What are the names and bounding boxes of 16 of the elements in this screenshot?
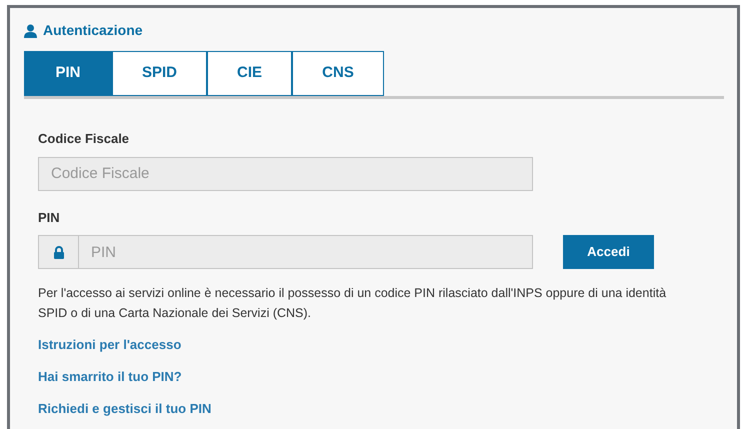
help-link[interactable]: Istruzioni per l'accesso — [38, 335, 182, 355]
help-link[interactable]: Richiedi e gestisci il tuo PIN — [38, 399, 212, 419]
lock-icon — [52, 246, 64, 258]
tab[interactable]: PIN — [24, 51, 112, 96]
section-title: Autenticazione — [43, 21, 143, 40]
info-text: Per l'accesso ai servizi online è necessario il possesso di un codice PIN rilasciato dall'INPS oppure di una identità SPID o di una Carta Nazionale dei Servizi (CNS). — [38, 285, 668, 322]
user-icon — [24, 24, 37, 38]
text-field[interactable]: Codice Fiscale — [38, 156, 533, 190]
tab[interactable]: CNS — [292, 51, 384, 96]
tab[interactable]: SPID — [112, 51, 207, 96]
field-label: Codice Fiscale — [38, 130, 130, 148]
help-link[interactable]: Hai smarrito il tuo PIN? — [38, 367, 182, 387]
field-label: PIN — [38, 208, 60, 226]
password-field[interactable]: PIN — [79, 235, 533, 269]
tab[interactable]: CIE — [207, 51, 292, 96]
login-button[interactable]: Accedi — [563, 235, 654, 269]
